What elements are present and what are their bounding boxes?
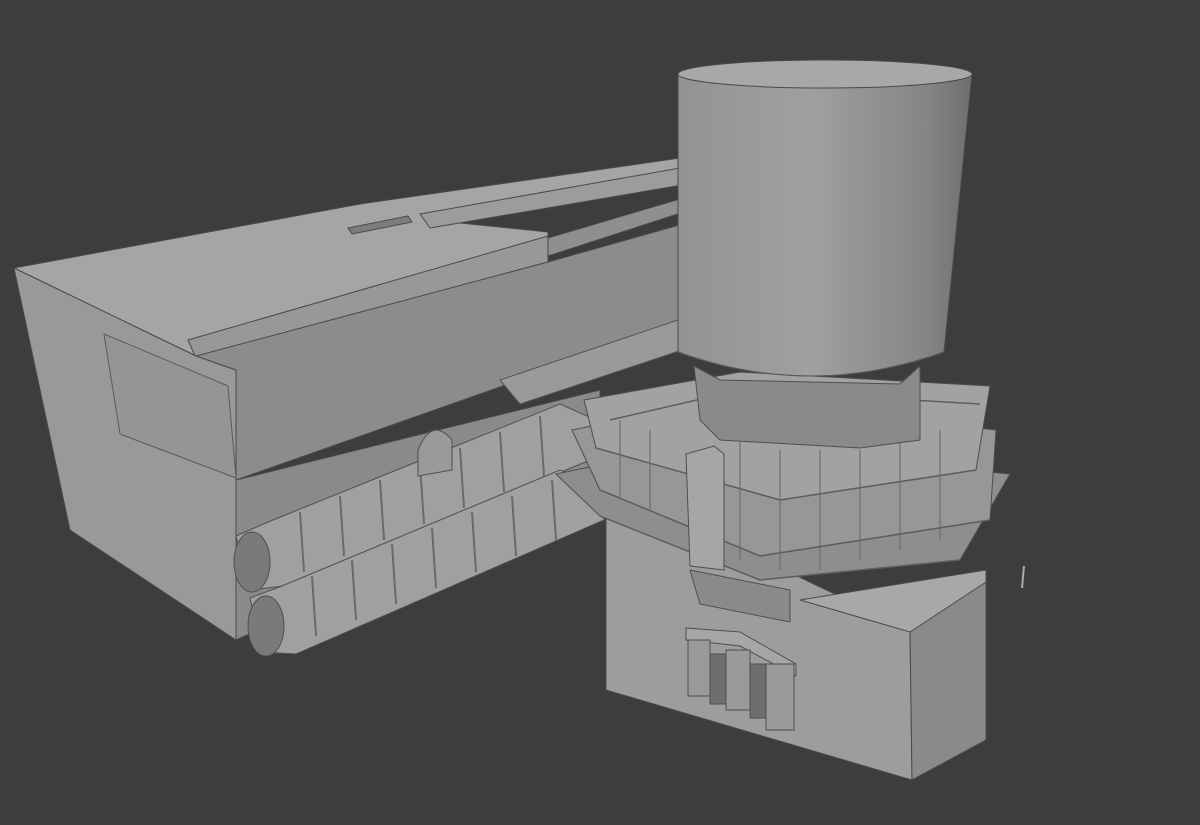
cylinder-top [677, 59, 973, 89]
3d-viewport[interactable] [0, 0, 1200, 825]
3d-scene[interactable] [0, 0, 1200, 825]
gate-opening-right [749, 663, 767, 719]
gate-pillar-right [765, 663, 795, 731]
cylinder-body [677, 73, 973, 377]
tunnel-upper-cap [233, 531, 271, 593]
gate-pillar-center [725, 649, 751, 711]
gate-pillar-left [687, 639, 711, 697]
tower-central-column [685, 445, 725, 571]
gate-opening-left [709, 653, 727, 705]
tunnel-lower-cap [247, 595, 285, 657]
cylinder-tank[interactable] [677, 59, 973, 377]
